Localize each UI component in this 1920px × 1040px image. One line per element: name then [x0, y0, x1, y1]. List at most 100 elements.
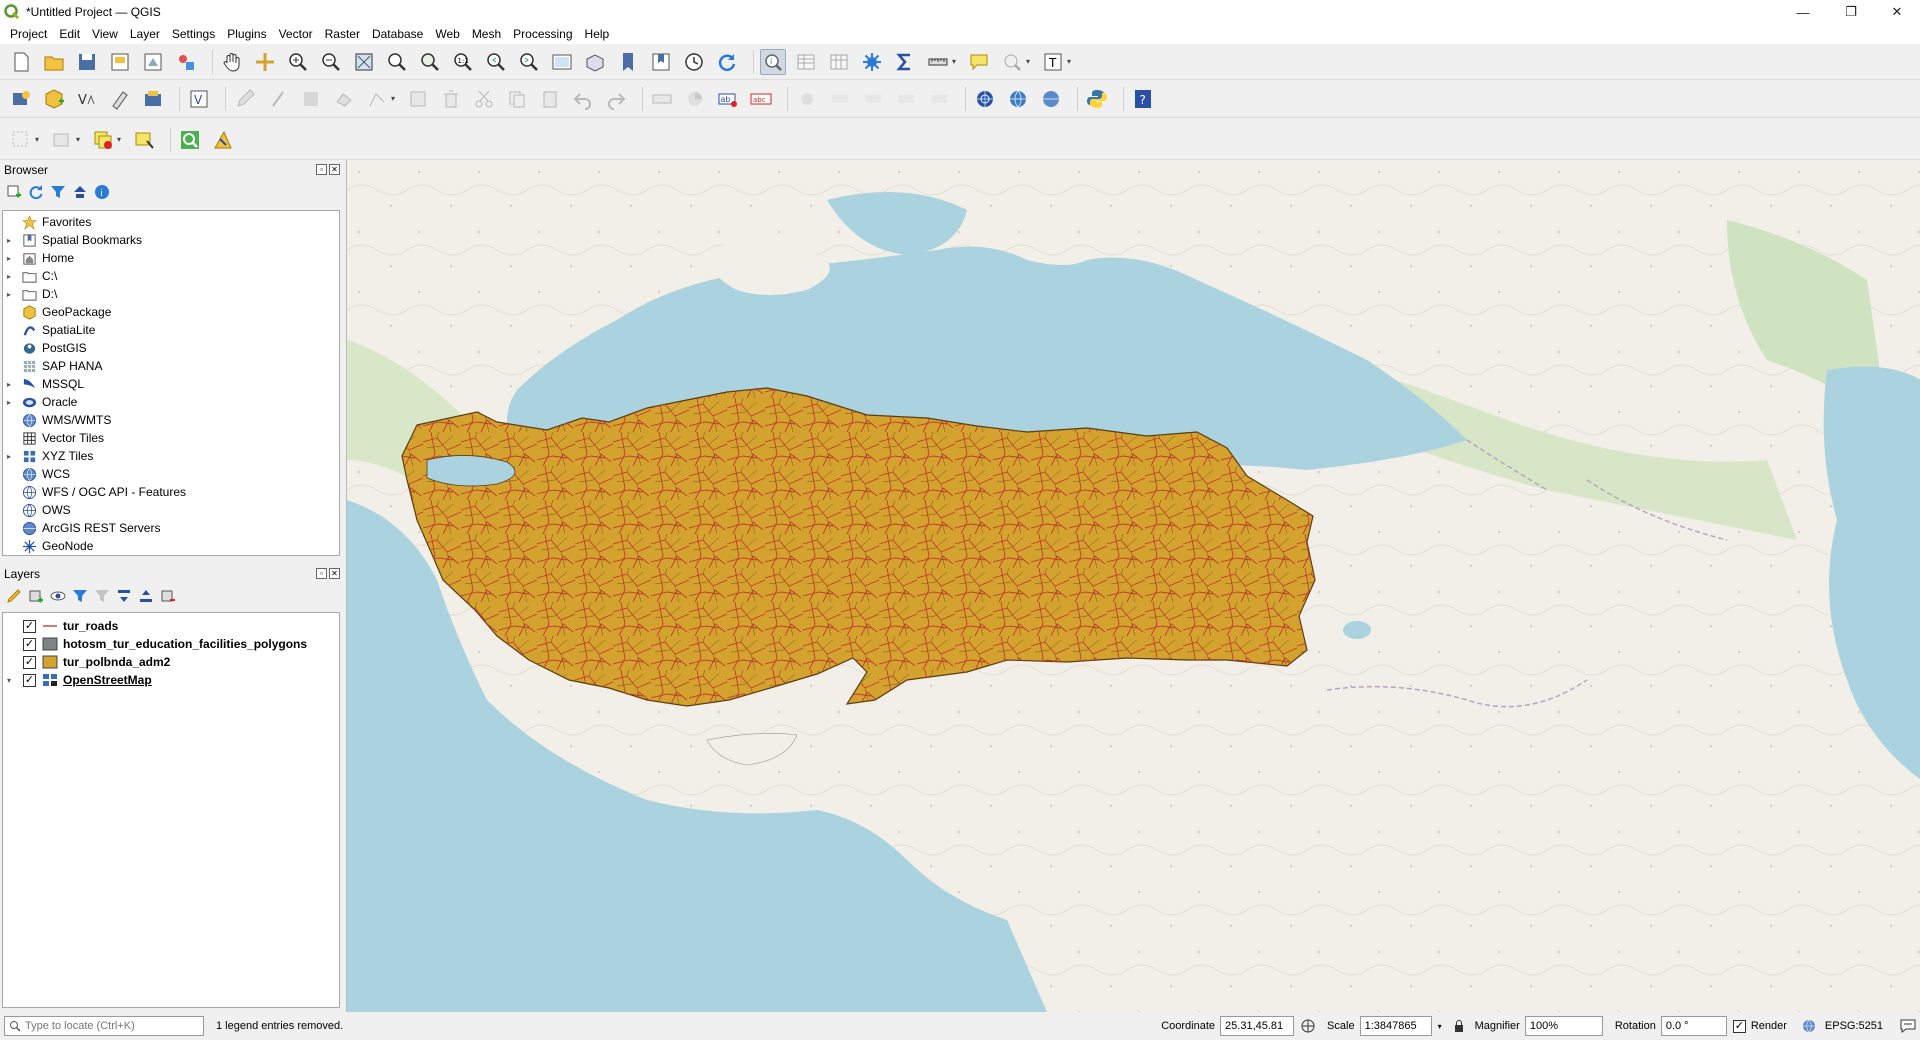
remove-layer-icon[interactable] — [160, 588, 176, 604]
field-calculator-icon[interactable] — [826, 49, 852, 75]
browser-item-wfs[interactable]: WFS / OGC API - Features — [3, 483, 339, 501]
browser-item-sap-hana[interactable]: SAP HANA — [3, 357, 339, 375]
browser-item-spatial-bookmarks[interactable]: ▸ Spatial Bookmarks — [3, 231, 339, 249]
globe-plugin-icon[interactable] — [1005, 86, 1031, 112]
menu-edit[interactable]: Edit — [53, 24, 86, 44]
select-by-location-icon[interactable] — [999, 49, 1025, 75]
new-temporary-layer-icon[interactable] — [107, 86, 133, 112]
measure-dropdown-icon[interactable]: ▾ — [952, 57, 960, 66]
menu-database[interactable]: Database — [366, 24, 429, 44]
zoom-last-icon[interactable] — [483, 49, 509, 75]
browser-item-vector-tiles[interactable]: Vector Tiles — [3, 429, 339, 447]
help-icon[interactable]: ? — [1130, 86, 1156, 112]
refresh-icon[interactable] — [714, 49, 740, 75]
identify-features-icon[interactable]: i — [760, 48, 786, 75]
statistical-summary-icon[interactable] — [892, 49, 918, 75]
manage-map-themes-icon[interactable] — [50, 588, 66, 604]
layer-row-tur-polbnda-adm2[interactable]: ✓ tur_polbnda_adm2 — [3, 653, 339, 671]
select-features-icon[interactable] — [8, 127, 34, 153]
browser-info-icon[interactable]: i — [94, 184, 110, 200]
layer-row-tur-roads[interactable]: ✓ tur_roads — [3, 617, 339, 635]
map-canvas[interactable] — [346, 160, 1920, 1012]
expand-all-icon[interactable] — [116, 588, 132, 604]
toggle-editing-icon[interactable] — [265, 86, 291, 112]
layer-row-openstreetmap[interactable]: ▾ ✓ OpenStreetMap — [3, 671, 339, 689]
layers-close-button[interactable]: ✕ — [329, 568, 340, 579]
menu-project[interactable]: Project — [4, 24, 53, 44]
deselect-all-icon[interactable] — [90, 127, 116, 153]
restore-button[interactable]: ❐ — [1828, 0, 1874, 24]
zoom-next-icon[interactable] — [516, 49, 542, 75]
pan-hand-icon[interactable] — [219, 49, 245, 75]
add-group-icon[interactable] — [28, 588, 44, 604]
browser-float-button[interactable]: ▫ — [316, 164, 327, 175]
collapse-all-icon[interactable] — [138, 588, 154, 604]
select-by-value-icon[interactable] — [131, 127, 157, 153]
vertex-tool-icon[interactable] — [364, 86, 390, 112]
menu-layer[interactable]: Layer — [124, 24, 166, 44]
magnifier-field[interactable]: 100% — [1524, 1016, 1603, 1036]
map-tips-icon[interactable] — [966, 49, 992, 75]
close-window-button[interactable]: ✕ — [1874, 0, 1920, 24]
menu-plugins[interactable]: Plugins — [221, 24, 272, 44]
menu-vector[interactable]: Vector — [273, 24, 319, 44]
menu-processing[interactable]: Processing — [507, 24, 578, 44]
browser-item-xyz-tiles[interactable]: ▸ XYZ Tiles — [3, 447, 339, 465]
messages-icon[interactable] — [1900, 1019, 1916, 1033]
browser-item-oracle[interactable]: ▸ Oracle — [3, 393, 339, 411]
layer-visibility-checkbox[interactable]: ✓ — [23, 673, 36, 687]
new-geopackage-layer-icon[interactable] — [41, 86, 67, 112]
new-3d-map-view-icon[interactable] — [582, 49, 608, 75]
layers-float-button[interactable]: ▫ — [316, 568, 327, 579]
diagram-options-icon[interactable] — [682, 86, 708, 112]
menu-raster[interactable]: Raster — [319, 24, 366, 44]
paste-features-icon[interactable] — [537, 86, 563, 112]
show-bookmarks-icon[interactable] — [648, 49, 674, 75]
browser-item-geopackage[interactable]: GeoPackage — [3, 303, 339, 321]
browser-close-button[interactable]: ✕ — [329, 164, 340, 175]
zoom-to-selection-icon[interactable] — [384, 49, 410, 75]
layer-visibility-checkbox[interactable]: ✓ — [23, 637, 36, 651]
browser-item-mssql[interactable]: ▸ MSSQL — [3, 375, 339, 393]
browser-item-favorites[interactable]: Favorites — [3, 213, 339, 231]
edit-pencil-icon[interactable] — [232, 86, 258, 112]
expand-arrow-icon[interactable]: ▾ — [3, 676, 15, 685]
pin-labels-icon[interactable] — [794, 86, 820, 112]
open-project-icon[interactable] — [41, 49, 67, 75]
python-console-icon[interactable] — [1084, 86, 1110, 112]
temporal-controller-icon[interactable] — [681, 49, 707, 75]
browser-item-arcgis-rest[interactable]: ArcGIS REST Servers — [3, 519, 339, 537]
select-features-dropdown-icon[interactable]: ▾ — [35, 135, 43, 144]
locator-search-field[interactable]: Type to locate (Ctrl+K) — [4, 1016, 204, 1036]
layer-visibility-checkbox[interactable]: ✓ — [23, 655, 36, 669]
move-label-icon[interactable] — [860, 86, 886, 112]
measure-line-icon[interactable] — [925, 49, 951, 75]
metasearch-icon[interactable] — [972, 86, 998, 112]
zoom-out-icon[interactable] — [318, 49, 344, 75]
undo-icon[interactable] — [570, 86, 596, 112]
minimize-button[interactable]: — — [1780, 0, 1826, 24]
menu-web[interactable]: Web — [429, 24, 465, 44]
highlight-pinned-icon[interactable] — [827, 86, 853, 112]
vertex-dropdown-icon[interactable]: ▾ — [391, 94, 399, 103]
layout-manager-icon[interactable] — [140, 49, 166, 75]
zoom-in-icon[interactable] — [285, 49, 311, 75]
pan-to-selection-icon[interactable] — [252, 49, 278, 75]
menu-settings[interactable]: Settings — [166, 24, 221, 44]
add-delimited-text-icon[interactable]: V — [74, 86, 100, 112]
coordinate-field[interactable]: 25.31,45.81 — [1220, 1016, 1295, 1036]
browser-collapse-icon[interactable] — [72, 184, 88, 200]
copy-features-icon[interactable] — [504, 86, 530, 112]
layer-row-education-facilities[interactable]: ✓ hotosm_tur_education_facilities_polygo… — [3, 635, 339, 653]
processing-toolbox-icon[interactable] — [859, 49, 885, 75]
redo-icon[interactable] — [603, 86, 629, 112]
browser-item-wcs[interactable]: WCS — [3, 465, 339, 483]
new-print-layout-icon[interactable] — [107, 49, 133, 75]
rotate-label-icon[interactable] — [893, 86, 919, 112]
deselect-dropdown-icon[interactable]: ▾ — [117, 135, 125, 144]
rotation-field[interactable]: 0.0 ° — [1660, 1016, 1727, 1036]
browser-refresh-icon[interactable] — [28, 184, 44, 200]
locator-search-icon[interactable] — [177, 127, 203, 153]
select-dropdown-icon[interactable]: ▾ — [1026, 57, 1034, 66]
browser-filter-icon[interactable] — [50, 184, 66, 200]
